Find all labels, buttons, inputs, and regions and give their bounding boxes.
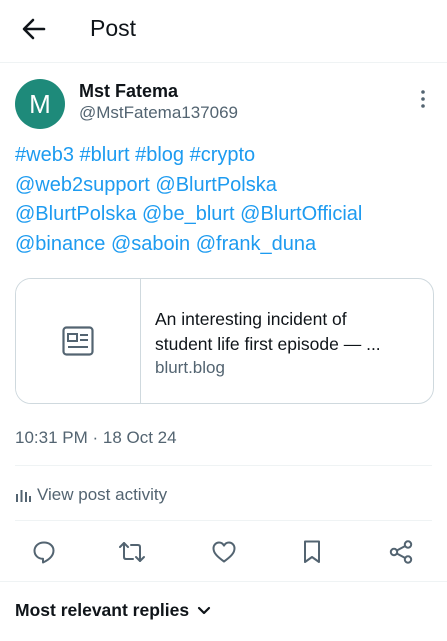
link-card-title-line: An interesting incident of <box>155 309 347 329</box>
more-vertical-icon <box>421 90 425 108</box>
mention-link[interactable]: @frank_duna <box>196 233 316 255</box>
view-post-activity-link[interactable]: View post activity <box>15 483 167 507</box>
action-bar <box>0 530 447 574</box>
mention-link[interactable]: @BlurtPolska <box>15 203 136 225</box>
page-title: Post <box>90 15 137 41</box>
divider <box>15 520 432 521</box>
mention-link[interactable]: @saboin <box>111 233 190 255</box>
replies-sort-label: Most relevant replies <box>15 600 190 620</box>
post-text-line: #web3 #blurt #blog #crypto <box>15 141 435 171</box>
share-button[interactable] <box>387 538 415 566</box>
post-text-line: @BlurtPolska @be_blurt @BlurtOfficial <box>15 200 435 230</box>
hashtag-link[interactable]: #blurt <box>80 144 130 166</box>
post-text-line: @web2support @BlurtPolska <box>15 171 435 201</box>
avatar[interactable]: M <box>15 79 65 129</box>
reply-icon <box>33 541 55 564</box>
activity-label: View post activity <box>37 485 168 504</box>
link-preview-card[interactable]: An interesting incident of student life … <box>15 278 434 404</box>
article-icon <box>62 326 94 356</box>
author-name[interactable]: Mst Fatema <box>79 81 178 102</box>
mention-link[interactable]: @BlurtPolska <box>155 174 276 196</box>
more-options-button[interactable] <box>416 88 430 110</box>
like-button[interactable] <box>210 538 238 566</box>
mention-link[interactable]: @binance <box>15 233 105 255</box>
replies-sort-dropdown[interactable]: Most relevant replies <box>15 600 211 621</box>
post-text-line: @binance @saboin @frank_duna <box>15 230 435 260</box>
reply-button[interactable] <box>30 538 58 566</box>
bookmark-button[interactable] <box>298 538 326 566</box>
mention-link[interactable]: @web2support <box>15 174 150 196</box>
replies-sort-bar: Most relevant replies <box>0 581 447 641</box>
chevron-down-icon <box>198 606 211 614</box>
bookmark-icon <box>304 540 320 563</box>
like-icon <box>212 541 236 563</box>
mention-link[interactable]: @be_blurt <box>142 203 235 225</box>
hashtag-link[interactable]: #crypto <box>190 144 256 166</box>
link-card-thumbnail <box>16 279 141 403</box>
author-handle[interactable]: @MstFatema137069 <box>79 103 238 123</box>
mention-link[interactable]: @BlurtOfficial <box>240 203 362 225</box>
post-timestamp[interactable]: 10:31 PM · 18 Oct 24 <box>15 428 177 448</box>
link-card-domain: blurt.blog <box>155 358 225 377</box>
post-text: #web3 #blurt #blog #crypto @web2support … <box>15 141 435 259</box>
bar-chart-icon <box>16 490 31 502</box>
link-card-title: An interesting incident of student life … <box>155 307 423 357</box>
hashtag-link[interactable]: #web3 <box>15 144 74 166</box>
divider <box>15 465 432 466</box>
share-icon <box>389 540 413 564</box>
arrow-left-icon <box>22 18 46 40</box>
repost-button[interactable] <box>118 538 146 566</box>
hashtag-link[interactable]: #blog <box>135 144 184 166</box>
back-button[interactable] <box>18 14 52 44</box>
top-bar: Post <box>0 0 447 63</box>
link-card-title-line: student life first episode — ... <box>155 334 381 354</box>
repost-icon <box>119 542 145 562</box>
